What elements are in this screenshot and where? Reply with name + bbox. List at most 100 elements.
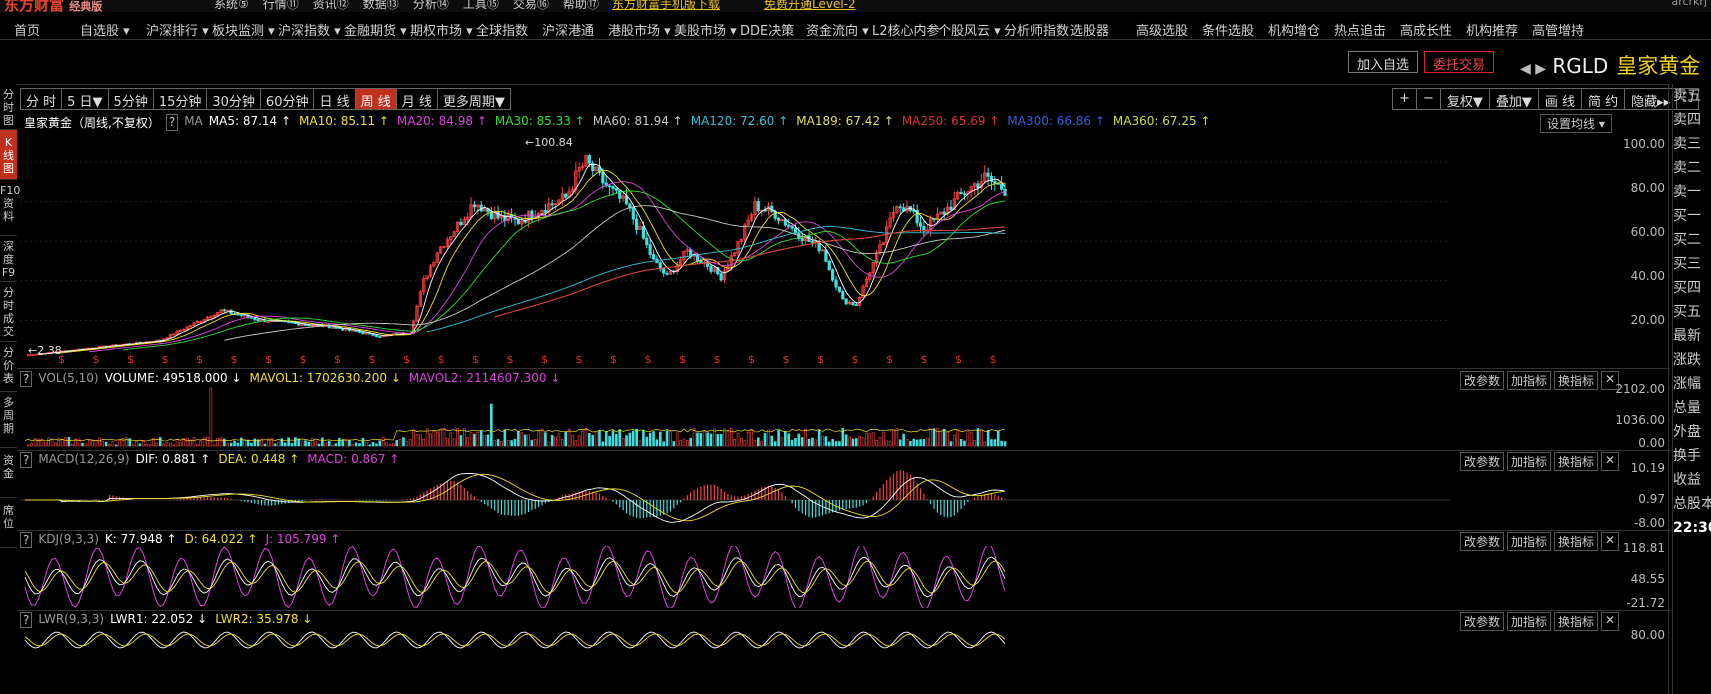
volume-bar — [378, 440, 382, 447]
add-indicator-button[interactable]: 加指标 — [1507, 612, 1552, 631]
ma-value: MA360: 67.25 ↑ — [1112, 114, 1211, 128]
menu-tools[interactable]: 工具⑮ — [463, 0, 499, 12]
nav-item[interactable]: 高成长性 — [1400, 20, 1452, 39]
mobile-download-link[interactable]: 东方财富手机版下载 — [612, 0, 720, 12]
nav-item[interactable]: 高管增持 — [1532, 20, 1584, 39]
volume-bar — [64, 437, 67, 447]
menu-help[interactable]: 帮助⑰ — [563, 0, 599, 12]
change-params-button[interactable]: 改参数 — [1460, 532, 1505, 551]
draw-line-button[interactable]: 画 线 — [1537, 88, 1581, 110]
overlay-dropdown[interactable]: 叠加▼ — [1488, 88, 1538, 110]
level2-link[interactable]: 免费开通Level-2 — [764, 0, 856, 12]
change-params-button[interactable]: 改参数 — [1460, 371, 1505, 390]
volume-bar — [804, 428, 807, 447]
nav-item[interactable]: 港股市场 ▾ — [608, 20, 671, 39]
volume-bar — [135, 440, 138, 447]
nav-item[interactable]: L2核心内参 — [872, 20, 940, 39]
nav-item[interactable]: 条件选股 — [1202, 20, 1254, 39]
nav-item[interactable]: 期权市场 ▾ — [410, 20, 473, 39]
nav-item[interactable]: 金融期货 ▾ — [344, 20, 407, 39]
change-params-button[interactable]: 改参数 — [1460, 612, 1505, 631]
period-5min[interactable]: 5分钟 — [107, 88, 153, 110]
side-tab-price-table[interactable]: 分价表 — [0, 342, 17, 392]
switch-indicator-button[interactable]: 换指标 — [1554, 532, 1599, 551]
period-5day[interactable]: 5 日▼ — [61, 88, 108, 110]
volume-bar — [412, 429, 415, 447]
period-week[interactable]: 周 线 — [354, 88, 396, 110]
lwr-chart[interactable] — [20, 626, 1450, 694]
switch-indicator-button[interactable]: 换指标 — [1554, 452, 1599, 471]
macd-chart[interactable] — [20, 466, 1450, 528]
volume-bar — [557, 433, 561, 447]
period-month[interactable]: 月 线 — [395, 88, 437, 110]
side-tab-kline[interactable]: K线图 — [0, 130, 17, 180]
adjust-dropdown[interactable]: 复权▼ — [1439, 88, 1489, 110]
nav-item[interactable]: 选股器 — [1070, 20, 1109, 39]
menu-analysis[interactable]: 分析⑭ — [413, 0, 449, 12]
side-tab-intraday[interactable]: 分时图 — [0, 84, 17, 130]
switch-indicator-button[interactable]: 换指标 — [1554, 371, 1599, 390]
menu-data[interactable]: 数据⑬ — [363, 0, 399, 12]
side-tab-multi-period[interactable]: 多周期 — [0, 392, 17, 448]
add-indicator-button[interactable]: 加指标 — [1507, 532, 1552, 551]
period-30min[interactable]: 30分钟 — [206, 88, 260, 110]
period-15min[interactable]: 15分钟 — [152, 88, 207, 110]
volume-bar — [506, 439, 510, 447]
side-tab-f10[interactable]: F10资料 — [0, 180, 20, 236]
side-tab-ticks[interactable]: 分时成交 — [0, 282, 17, 342]
zoom-in-button[interactable]: + — [1392, 88, 1416, 110]
kdj-pane-buttons: 改参数 加指标 换指标 ✕ — [1460, 532, 1620, 551]
nav-item[interactable]: 沪深指数 ▾ — [278, 20, 341, 39]
nav-item[interactable]: 美股市场 ▾ — [674, 20, 737, 39]
nav-item[interactable]: 资金流向 ▾ — [806, 20, 869, 39]
nav-item[interactable]: 沪深排行 ▾ — [146, 20, 209, 39]
nav-item[interactable]: DDE决策 — [740, 20, 794, 39]
menu-trade[interactable]: 交易⑯ — [513, 0, 549, 12]
add-indicator-button[interactable]: 加指标 — [1507, 371, 1552, 390]
kdj-chart[interactable] — [20, 546, 1450, 608]
quote-label: 买一 — [1673, 208, 1701, 224]
period-60min[interactable]: 60分钟 — [259, 88, 314, 110]
nav-item[interactable]: 热点追击 — [1334, 20, 1386, 39]
zoom-out-button[interactable]: − — [1415, 88, 1440, 110]
menu-news[interactable]: 资讯⑫ — [313, 0, 349, 12]
kline-chart[interactable]: ←100.84 ←2.38 $ $ $ $ $ $ $ $ $ $ $ $ $ $ $ $ $ $ $ $ $ $ $ $ $ $ $ $ — [20, 132, 1450, 364]
simple-mode-button[interactable]: 简 约 — [1580, 88, 1625, 110]
volume-bar — [838, 441, 841, 447]
add-watchlist-button[interactable]: 加入自选 — [1348, 51, 1419, 73]
volume-chart[interactable] — [20, 386, 1450, 448]
period-more[interactable]: 更多周期▼ — [436, 88, 511, 110]
side-tab-capital[interactable]: 资金 — [0, 448, 17, 498]
help-icon[interactable]: ? — [165, 114, 179, 131]
volume-bar — [740, 438, 743, 447]
nav-item[interactable]: 自选股 ▾ — [80, 20, 130, 39]
volume-bar — [87, 440, 91, 447]
macd-axis-mid: 0.97 — [1638, 492, 1665, 506]
prev-next-arrows[interactable]: ◀ ▶ — [1520, 61, 1546, 77]
nav-item[interactable]: 首页 — [14, 20, 40, 39]
menu-system[interactable]: 系统⑤ — [214, 0, 249, 12]
add-indicator-button[interactable]: 加指标 — [1507, 452, 1552, 471]
period-intraday[interactable]: 分 时 — [20, 88, 62, 110]
nav-item[interactable]: 个股风云 ▾ — [938, 20, 1001, 39]
period-day[interactable]: 日 线 — [313, 88, 355, 110]
volume-bar — [408, 439, 412, 447]
volume-bar — [496, 439, 500, 447]
nav-item[interactable]: 分析师指数 — [1004, 20, 1069, 39]
nav-item[interactable]: 板块监测 ▾ — [212, 20, 275, 39]
menu-quotes[interactable]: 行情⑪ — [263, 0, 299, 12]
nav-item[interactable]: 全球指数 — [476, 20, 528, 39]
nav-item[interactable]: 机构增仓 — [1268, 20, 1320, 39]
change-params-button[interactable]: 改参数 — [1460, 452, 1505, 471]
nav-item[interactable]: 沪深港通 — [542, 20, 594, 39]
side-tab-f9[interactable]: 深度F9 — [0, 236, 17, 282]
ma-settings-dropdown[interactable]: 设置均线 ▾ — [1540, 114, 1612, 133]
side-tab-seats[interactable]: 席位 — [0, 498, 17, 548]
ma-value: MA10: 85.11 ↑ — [299, 114, 389, 128]
nav-item[interactable]: 高级选股 — [1136, 20, 1188, 39]
volume-bar — [604, 430, 608, 447]
switch-indicator-button[interactable]: 换指标 — [1554, 612, 1599, 631]
nav-item[interactable]: 机构推荐 — [1466, 20, 1518, 39]
trade-button[interactable]: 委托交易 — [1424, 51, 1495, 73]
help-icon[interactable]: ? — [20, 371, 33, 387]
